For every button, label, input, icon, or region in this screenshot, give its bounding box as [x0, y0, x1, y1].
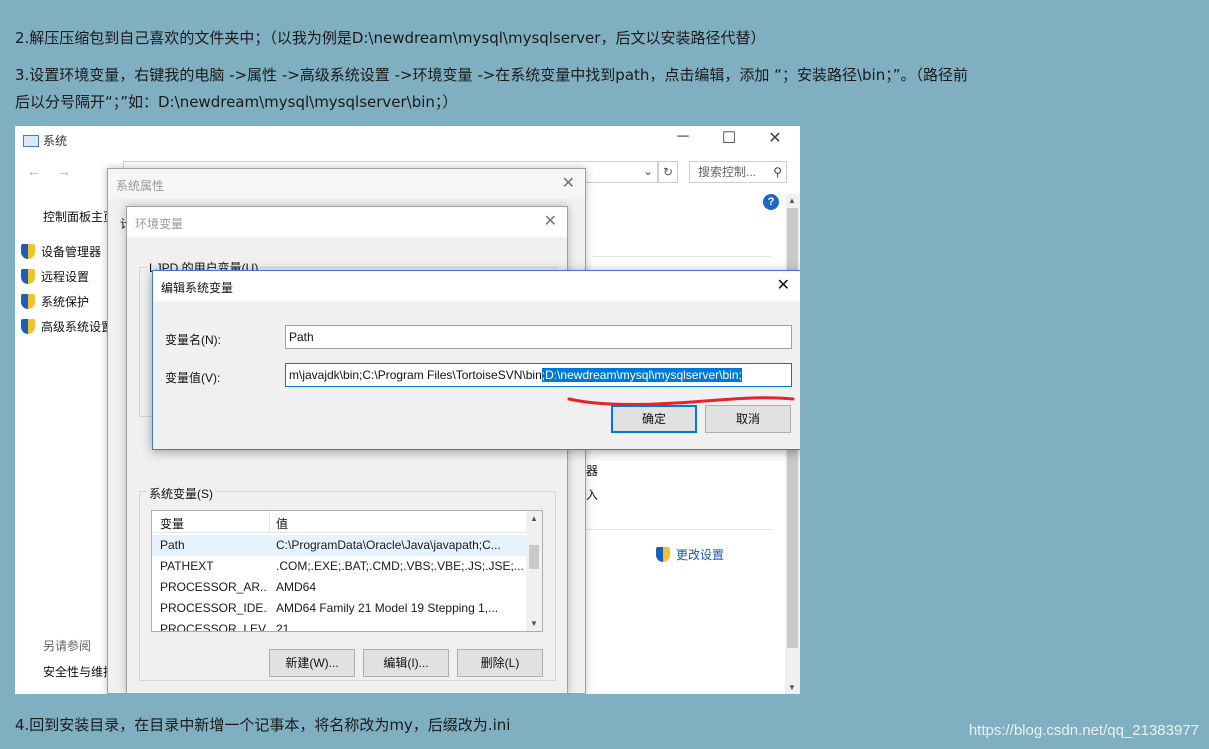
var-name: Path [160, 538, 185, 552]
value-text: m\javajdk\bin;C:\Program Files\TortoiseS… [289, 368, 542, 382]
chevron-down-icon[interactable]: ⌄ [643, 164, 653, 178]
var-value: .COM;.EXE;.BAT;.CMD;.VBS;.VBE;.JS;.JSE;.… [276, 559, 524, 573]
variable-value-field[interactable]: m\javajdk\bin;C:\Program Files\TortoiseS… [285, 363, 792, 387]
column-divider[interactable] [269, 511, 270, 533]
system-icon [23, 135, 39, 147]
see-also-heading: 另请参阅 [43, 639, 92, 653]
edit-button[interactable]: 编辑(I)... [363, 649, 449, 677]
watermark: https://blog.csdn.net/qq_21383977 [968, 722, 1199, 739]
screenshot: 系统 ─ ☐ ✕ ← → ⌄ ↻ 搜索控制... ⚲ ? ▲ ▼ 控制面板主页 设备… [15, 126, 800, 694]
var-value: 21 [276, 622, 290, 632]
edit-dialog-title: 编辑系统变量 [161, 281, 234, 295]
var-name: PROCESSOR_LEV... [160, 622, 268, 632]
delete-button[interactable]: 删除(L) [457, 649, 543, 677]
forward-arrow-icon[interactable]: → [57, 163, 71, 179]
table-row[interactable]: PROCESSOR_AR... AMD64 [152, 577, 527, 598]
step-2-text: 2.解压压缩包到自己喜欢的文件夹中；（以我为例是D:\newdream\mysq… [15, 29, 766, 47]
table-row[interactable]: Path C:\ProgramData\Oracle\Java\javapath;… [152, 535, 527, 556]
close-icon[interactable]: ✕ [777, 275, 790, 295]
back-arrow-icon[interactable]: ← [27, 163, 41, 179]
refresh-icon[interactable]: ↻ [658, 161, 678, 183]
change-settings-link[interactable]: 更改设置 [656, 546, 724, 563]
control-panel-home-link[interactable]: 控制面板主页 [43, 208, 115, 225]
shield-icon [656, 547, 670, 562]
scroll-thumb[interactable] [529, 545, 539, 569]
new-button[interactable]: 新建(W)... [269, 649, 355, 677]
var-name: PATHEXT [160, 559, 214, 573]
sidebar-item-remote-settings[interactable]: 远程设置 [21, 268, 89, 285]
search-icon: ⚲ [773, 165, 782, 179]
variable-name-label: 变量名(N): [165, 333, 221, 347]
table-row[interactable]: PROCESSOR_LEV... 21 [152, 619, 527, 632]
system-vars-label: 系统变量(S) [147, 485, 215, 502]
sidebar-item-system-protection[interactable]: 系统保护 [21, 293, 89, 310]
sidebar-item-advanced-settings[interactable]: 高级系统设置 [21, 318, 113, 335]
close-icon[interactable]: ✕ [562, 173, 575, 193]
scroll-down-icon[interactable]: ▼ [530, 619, 538, 628]
table-row[interactable]: PATHEXT .COM;.EXE;.BAT;.CMD;.VBS;.VBE;.JS… [152, 556, 527, 577]
table-header: 变量 值 [152, 511, 527, 533]
maximize-icon[interactable]: ☐ [709, 128, 749, 148]
env-vars-title: 环境变量 [135, 217, 184, 231]
scroll-up-icon[interactable]: ▲ [788, 196, 796, 205]
variable-name-field[interactable]: Path [285, 325, 792, 349]
column-header-value[interactable]: 值 [276, 515, 288, 532]
minimize-icon[interactable]: ─ [663, 128, 703, 146]
step-4-text: 4.回到安装目录，在目录中新增一个记事本，将名称改为my，后缀改为.ini [15, 716, 511, 734]
shield-icon [21, 244, 35, 259]
cancel-button[interactable]: 取消 [705, 405, 791, 433]
system-window-title: 系统 [23, 132, 67, 149]
step-3-text-line-2: 后以分号隔开“；”如：D:\newdream\mysql\mysqlserver… [15, 93, 458, 111]
help-icon[interactable]: ? [763, 194, 779, 210]
scroll-up-icon[interactable]: ▲ [530, 514, 538, 523]
shield-icon [21, 294, 35, 309]
close-icon[interactable]: ✕ [755, 128, 795, 148]
edit-system-variable-dialog: 编辑系统变量 ✕ 变量名(N): Path 变量值(V): m\javajdk\b… [152, 270, 800, 450]
shield-icon [21, 269, 35, 284]
system-variables-table[interactable]: 变量 值 Path C:\ProgramData\Oracle\Java\java… [151, 510, 543, 632]
variable-value-label: 变量值(V): [165, 371, 221, 385]
value-selected-text: ;D:\newdream\mysql\mysqlserver\bin; [541, 368, 742, 382]
divider [593, 256, 771, 257]
var-value: C:\ProgramData\Oracle\Java\javapath;C... [276, 538, 501, 552]
shield-icon [21, 319, 35, 334]
table-scrollbar[interactable]: ▲ ▼ [526, 511, 542, 631]
system-properties-title: 系统属性 [116, 179, 165, 193]
search-input[interactable]: 搜索控制... ⚲ [689, 161, 787, 183]
divider [580, 529, 771, 530]
background-text: 入 [586, 488, 599, 502]
step-3-text-line-1: 3.设置环境变量，右键我的电脑 ->属性 ->高级系统设置 ->环境变量 ->在… [15, 66, 968, 84]
ok-button[interactable]: 确定 [611, 405, 697, 433]
close-icon[interactable]: ✕ [544, 211, 557, 231]
var-name: PROCESSOR_AR... [160, 580, 268, 594]
sidebar-item-device-manager[interactable]: 设备管理器 [21, 243, 101, 260]
background-text: 器 [586, 464, 599, 478]
column-header-variable[interactable]: 变量 [160, 515, 184, 532]
var-value: AMD64 [276, 580, 317, 594]
table-row[interactable]: PROCESSOR_IDE... AMD64 Family 21 Model 19… [152, 598, 527, 619]
scroll-down-icon[interactable]: ▼ [788, 683, 796, 692]
security-maintenance-link[interactable]: 安全性与维护 [43, 663, 115, 680]
var-value: AMD64 Family 21 Model 19 Stepping 1,... [276, 601, 499, 615]
var-name: PROCESSOR_IDE... [160, 601, 268, 615]
